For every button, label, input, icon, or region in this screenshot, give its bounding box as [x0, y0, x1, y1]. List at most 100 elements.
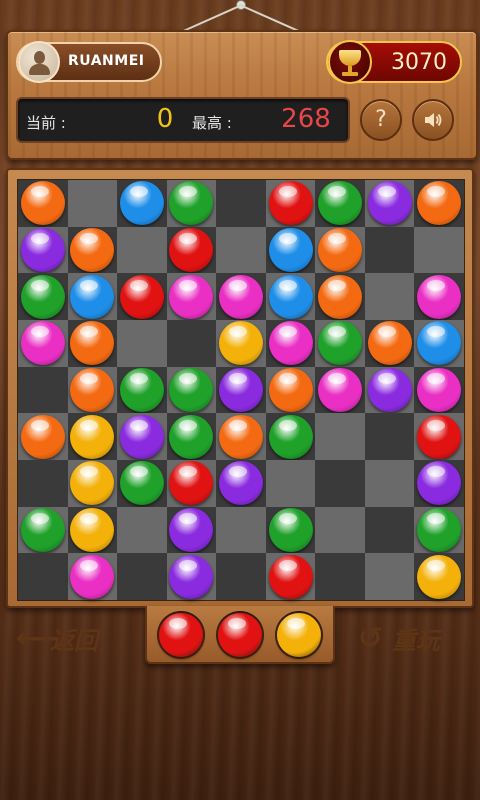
board-cell[interactable] [265, 413, 316, 460]
board-cell[interactable] [166, 366, 217, 414]
board-cell[interactable] [315, 180, 365, 227]
blue-ball[interactable] [268, 227, 313, 272]
red-ball[interactable] [268, 181, 313, 226]
pink-ball[interactable] [268, 321, 313, 366]
board-cell[interactable] [315, 320, 365, 367]
yellow-ball[interactable] [70, 507, 115, 552]
pink-ball[interactable] [417, 367, 462, 412]
purple-ball[interactable] [119, 414, 164, 459]
board-cell[interactable] [216, 226, 266, 274]
board-cell[interactable] [67, 273, 118, 320]
board-cell[interactable] [364, 460, 415, 507]
board-cell[interactable] [315, 553, 365, 600]
green-ball[interactable] [268, 507, 313, 552]
green-ball[interactable] [268, 414, 313, 459]
board-cell[interactable] [117, 553, 167, 600]
board-cell[interactable] [18, 413, 68, 460]
board-cell[interactable] [18, 320, 68, 367]
board-cell[interactable] [166, 320, 217, 367]
board-cell[interactable] [67, 553, 118, 600]
board-cell[interactable] [265, 320, 316, 367]
board-cell[interactable] [166, 413, 217, 460]
board-cell[interactable] [265, 366, 316, 414]
board-cell[interactable] [67, 413, 118, 460]
replay-button[interactable]: ↺ 重玩 [358, 621, 440, 661]
board-cell[interactable] [216, 413, 266, 460]
orange-ball[interactable] [417, 181, 462, 226]
help-button[interactable]: ? [360, 99, 402, 141]
green-ball[interactable] [169, 367, 214, 412]
green-ball[interactable] [169, 414, 214, 459]
blue-ball[interactable] [119, 181, 164, 226]
orange-ball[interactable] [20, 181, 65, 226]
purple-ball[interactable] [417, 461, 462, 506]
red-ball[interactable] [417, 414, 462, 459]
orange-ball[interactable] [367, 321, 412, 366]
green-ball[interactable] [20, 507, 65, 552]
board-cell[interactable] [414, 366, 464, 414]
green-ball[interactable] [169, 181, 214, 226]
pink-ball[interactable] [70, 554, 115, 599]
board-cell[interactable] [18, 460, 68, 507]
board-cell[interactable] [216, 366, 266, 414]
green-ball[interactable] [318, 181, 363, 226]
board-cell[interactable] [117, 320, 167, 367]
board-cell[interactable] [166, 180, 217, 227]
board-cell[interactable] [364, 180, 415, 227]
board-cell[interactable] [18, 553, 68, 600]
board-cell[interactable] [166, 226, 217, 274]
purple-ball[interactable] [218, 367, 263, 412]
blue-ball[interactable] [417, 321, 462, 366]
board-cell[interactable] [414, 273, 464, 320]
orange-ball[interactable] [318, 227, 363, 272]
board-cell[interactable] [67, 320, 118, 367]
board-cell[interactable] [117, 506, 167, 554]
board-cell[interactable] [18, 226, 68, 274]
board-cell[interactable] [67, 366, 118, 414]
board-cell[interactable] [315, 226, 365, 274]
board-cell[interactable] [18, 273, 68, 320]
game-board[interactable] [17, 179, 465, 601]
blue-ball[interactable] [268, 274, 313, 319]
pink-ball[interactable] [417, 274, 462, 319]
board-cell[interactable] [315, 273, 365, 320]
board-cell[interactable] [166, 460, 217, 507]
board-cell[interactable] [117, 180, 167, 227]
board-cell[interactable] [414, 180, 464, 227]
board-cell[interactable] [216, 273, 266, 320]
board-cell[interactable] [216, 553, 266, 600]
board-cell[interactable] [414, 460, 464, 507]
board-cell[interactable] [117, 366, 167, 414]
board-cell[interactable] [117, 273, 167, 320]
back-button[interactable]: ⟵返回 [16, 621, 98, 661]
orange-ball[interactable] [70, 227, 115, 272]
yellow-ball[interactable] [417, 554, 462, 599]
pink-ball[interactable] [318, 367, 363, 412]
yellow-ball[interactable] [218, 321, 263, 366]
board-cell[interactable] [265, 553, 316, 600]
pink-ball[interactable] [169, 274, 214, 319]
orange-ball[interactable] [70, 321, 115, 366]
orange-ball[interactable] [318, 274, 363, 319]
board-cell[interactable] [265, 506, 316, 554]
board-cell[interactable] [265, 226, 316, 274]
green-ball[interactable] [318, 321, 363, 366]
board-cell[interactable] [166, 273, 217, 320]
green-ball[interactable] [20, 274, 65, 319]
purple-ball[interactable] [218, 461, 263, 506]
board-cell[interactable] [117, 226, 167, 274]
board-cell[interactable] [364, 506, 415, 554]
board-cell[interactable] [216, 320, 266, 367]
yellow-ball[interactable] [70, 414, 115, 459]
board-cell[interactable] [18, 180, 68, 227]
pink-ball[interactable] [218, 274, 263, 319]
board-cell[interactable] [67, 460, 118, 507]
purple-ball[interactable] [20, 227, 65, 272]
board-cell[interactable] [364, 553, 415, 600]
orange-ball[interactable] [218, 414, 263, 459]
sound-button[interactable] [412, 99, 454, 141]
pink-ball[interactable] [20, 321, 65, 366]
board-cell[interactable] [265, 273, 316, 320]
board-cell[interactable] [18, 506, 68, 554]
board-cell[interactable] [364, 226, 415, 274]
